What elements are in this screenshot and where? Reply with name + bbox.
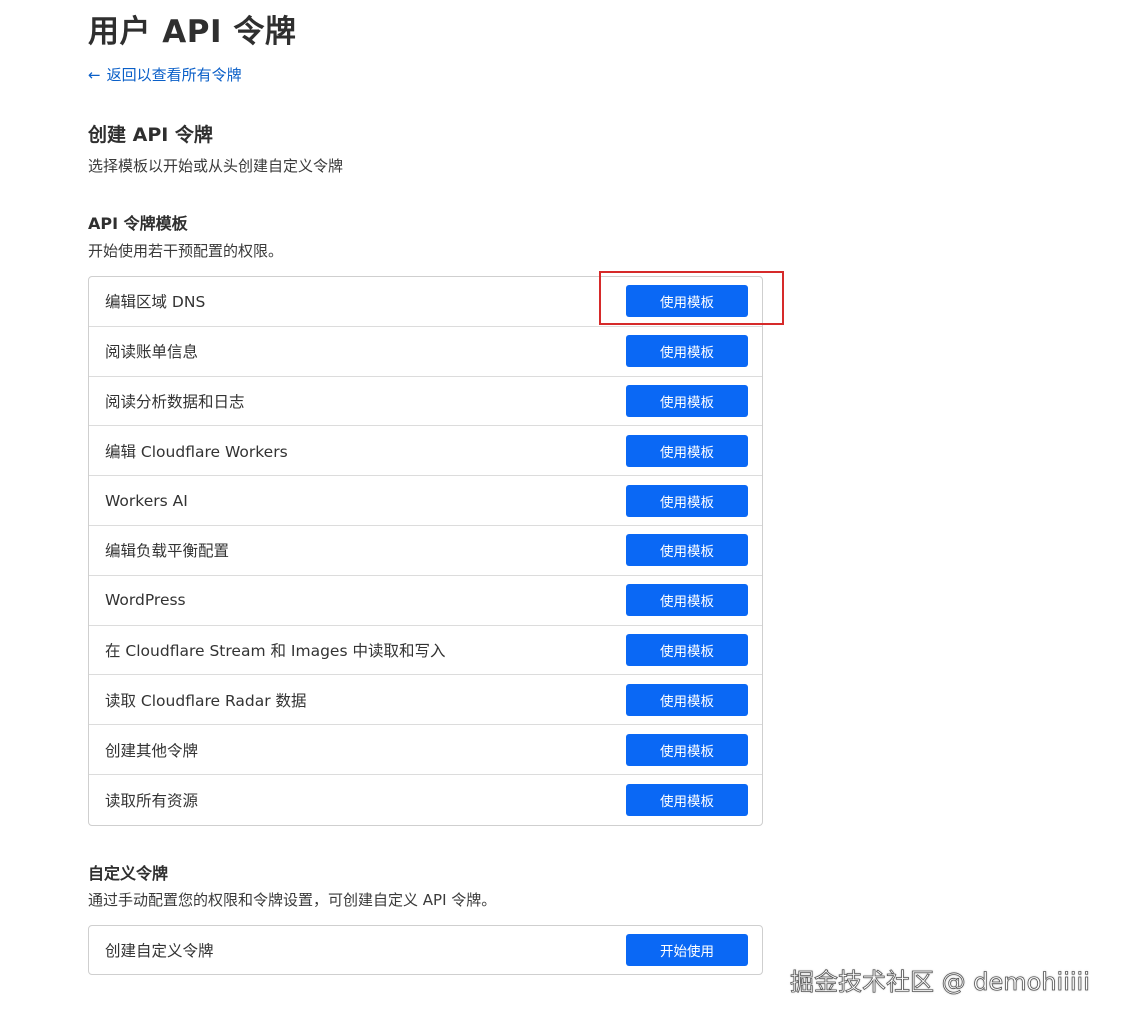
custom-token-label: 创建自定义令牌 — [105, 942, 214, 960]
template-row: 阅读分析数据和日志 使用模板 — [89, 377, 762, 427]
template-row: 编辑 Cloudflare Workers 使用模板 — [89, 426, 762, 477]
template-row: 在 Cloudflare Stream 和 Images 中读取和写入 使用模板 — [89, 626, 762, 676]
template-label: 阅读分析数据和日志 — [105, 392, 245, 411]
create-token-subtitle: 选择模板以开始或从头创建自定义令牌 — [88, 157, 344, 175]
use-template-button[interactable]: 使用模板 — [626, 434, 748, 467]
get-started-button[interactable]: 开始使用 — [626, 934, 748, 966]
template-label: 创建其他令牌 — [105, 741, 199, 760]
template-row: 编辑负载平衡配置 使用模板 — [89, 526, 762, 576]
back-link-label: 返回以查看所有令牌 — [106, 66, 242, 84]
template-label: 读取所有资源 — [105, 791, 199, 810]
template-label: 编辑 Cloudflare Workers — [105, 442, 288, 461]
template-row: 编辑区域 DNS 使用模板 — [89, 277, 762, 327]
template-row: 创建其他令牌 使用模板 — [89, 725, 762, 775]
templates-subtitle: 开始使用若干预配置的权限。 — [88, 242, 284, 260]
api-tokens-page: 用户 API 令牌 ← 返回以查看所有令牌 创建 API 令牌 选择模板以开始或… — [0, 0, 1122, 1022]
template-label: 编辑区域 DNS — [105, 293, 206, 312]
use-template-button[interactable]: 使用模板 — [626, 683, 748, 716]
templates-heading: API 令牌模板 — [88, 214, 188, 233]
template-label: WordPress — [105, 591, 186, 610]
template-row: 读取所有资源 使用模板 — [89, 775, 762, 825]
watermark: 掘金技术社区 @ demohiiiii — [790, 968, 1091, 997]
template-label: 阅读账单信息 — [105, 343, 199, 362]
template-list: 编辑区域 DNS 使用模板 阅读账单信息 使用模板 阅读分析数据和日志 使用模板… — [88, 276, 763, 826]
template-label: Workers AI — [105, 491, 188, 510]
use-template-button[interactable]: 使用模板 — [626, 584, 748, 617]
use-template-button[interactable]: 使用模板 — [626, 633, 748, 666]
create-token-heading: 创建 API 令牌 — [88, 124, 213, 146]
use-template-button[interactable]: 使用模板 — [626, 285, 748, 318]
template-row: WordPress 使用模板 — [89, 576, 762, 626]
use-template-button[interactable]: 使用模板 — [626, 484, 748, 517]
custom-token-row: 创建自定义令牌 开始使用 — [89, 926, 762, 974]
use-template-button[interactable]: 使用模板 — [626, 733, 748, 766]
use-template-button[interactable]: 使用模板 — [626, 534, 748, 567]
use-template-button[interactable]: 使用模板 — [626, 783, 748, 816]
template-row: 阅读账单信息 使用模板 — [89, 327, 762, 377]
arrow-left-icon: ← — [88, 65, 101, 84]
template-row: Workers AI 使用模板 — [89, 476, 762, 526]
template-label: 编辑负载平衡配置 — [105, 542, 230, 561]
use-template-button[interactable]: 使用模板 — [626, 335, 748, 368]
custom-token-panel: 创建自定义令牌 开始使用 — [88, 925, 763, 975]
template-label: 在 Cloudflare Stream 和 Images 中读取和写入 — [105, 641, 446, 660]
template-label: 读取 Cloudflare Radar 数据 — [105, 691, 307, 710]
back-to-tokens-link[interactable]: ← 返回以查看所有令牌 — [88, 64, 242, 85]
page-title: 用户 API 令牌 — [88, 14, 297, 50]
custom-token-subtitle: 通过手动配置您的权限和令牌设置，可创建自定义 API 令牌。 — [88, 891, 497, 909]
use-template-button[interactable]: 使用模板 — [626, 384, 748, 417]
template-row: 读取 Cloudflare Radar 数据 使用模板 — [89, 675, 762, 726]
custom-token-heading: 自定义令牌 — [88, 864, 169, 883]
